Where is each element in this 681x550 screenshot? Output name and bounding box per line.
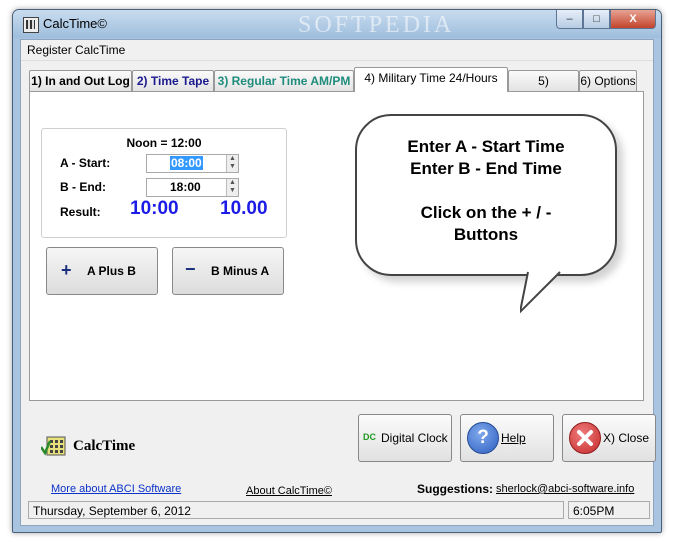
end-time-input[interactable]: 18:00 ▲ ▼ — [146, 178, 239, 197]
digital-clock-label: Digital Clock — [381, 431, 448, 445]
a-plus-b-label: A Plus B — [87, 264, 136, 278]
plus-icon: + — [61, 260, 72, 280]
start-spinner-arrows[interactable]: ▲ ▼ — [226, 155, 238, 172]
instruction-line-3: Click on the + / - — [420, 203, 552, 222]
end-time-value: 18:00 — [170, 180, 201, 194]
a-plus-b-button[interactable]: + A Plus B — [46, 247, 158, 295]
tab-calcdates[interactable]: 5) CalcDates — [508, 70, 579, 108]
result-decimal-value: 10.00 — [220, 198, 268, 219]
close-window-button[interactable]: X — [610, 10, 656, 29]
watermark: SOFTPEDIA — [298, 12, 455, 38]
instruction-text: Enter A - Start Time Enter B - End Time … — [357, 136, 615, 246]
result-hours-value: 10:00 — [130, 198, 179, 219]
b-minus-a-label: B Minus A — [211, 264, 270, 278]
tab-options[interactable]: 6) Options — [579, 70, 637, 91]
instruction-bubble: Enter A - Start Time Enter B - End Time … — [355, 114, 617, 276]
start-time-input[interactable]: 08:00 ▲ ▼ — [146, 154, 239, 173]
tab-regular-time[interactable]: 3) Regular Time AM/PM — [214, 70, 354, 91]
help-button[interactable]: ? Help — [460, 414, 554, 462]
instruction-line-2: Enter B - End Time — [410, 159, 562, 178]
calctime-logo-icon — [41, 436, 66, 456]
b-minus-a-button[interactable]: − B Minus A — [172, 247, 284, 295]
title-bar[interactable]: CalcTime© SOFTPEDIA – □ X — [13, 10, 661, 38]
menu-register[interactable]: Register CalcTime — [27, 43, 125, 57]
more-about-link[interactable]: More about ABCI Software — [51, 483, 181, 495]
noon-label: Noon = 12:00 — [126, 136, 202, 150]
calctime-logo-text: CalcTime — [73, 438, 136, 454]
app-window: CalcTime© SOFTPEDIA – □ X Register CalcT… — [12, 9, 662, 533]
window-title: CalcTime© — [43, 16, 107, 31]
minimize-button[interactable]: – — [556, 10, 583, 29]
instruction-line-1: Enter A - Start Time — [407, 137, 565, 156]
about-calctime-link[interactable]: About CalcTime© — [246, 485, 332, 497]
help-icon: ? — [467, 422, 499, 454]
status-date: Thursday, September 6, 2012 — [28, 501, 564, 519]
end-label: B - End: — [60, 180, 106, 194]
close-button[interactable]: X) Close — [562, 414, 656, 462]
minus-icon: − — [185, 259, 196, 279]
help-label: Help — [501, 431, 526, 445]
start-label: A - Start: — [60, 156, 111, 170]
start-time-value: 08:00 — [170, 156, 203, 170]
client-area: Register CalcTime 1) In and Out Log 2) T… — [20, 39, 656, 526]
app-icon[interactable] — [23, 17, 39, 33]
instruction-line-4: Buttons — [453, 225, 519, 244]
tab-in-out-log[interactable]: 1) In and Out Log — [29, 70, 132, 91]
tab-military-time[interactable]: 4) Military Time 24/Hours — [354, 67, 508, 92]
window-controls: – □ X — [556, 10, 656, 29]
suggestions-email-link[interactable]: sherlock@abci-software.info — [496, 483, 634, 495]
tab-time-tape[interactable]: 2) Time Tape — [132, 70, 214, 91]
status-bar: Thursday, September 6, 2012 6:05PM — [20, 501, 652, 521]
maximize-button[interactable]: □ — [583, 10, 610, 29]
suggestions-label: Suggestions: — [417, 482, 494, 496]
status-time: 6:05PM — [568, 501, 650, 519]
digital-clock-button[interactable]: DC Digital Clock — [358, 414, 452, 462]
digital-clock-icon: DC — [363, 432, 376, 442]
bubble-tail — [520, 270, 562, 314]
close-label: X) Close — [603, 431, 650, 445]
close-icon — [569, 422, 601, 454]
end-spinner-arrows[interactable]: ▲ ▼ — [226, 179, 238, 196]
time-entry-group: Noon = 12:00 A - Start: 08:00 ▲ ▼ B - End… — [41, 128, 287, 238]
result-label: Result: — [60, 205, 101, 219]
menu-bar: Register CalcTime — [21, 40, 653, 61]
military-time-panel: Noon = 12:00 A - Start: 08:00 ▲ ▼ B - End… — [29, 91, 644, 401]
